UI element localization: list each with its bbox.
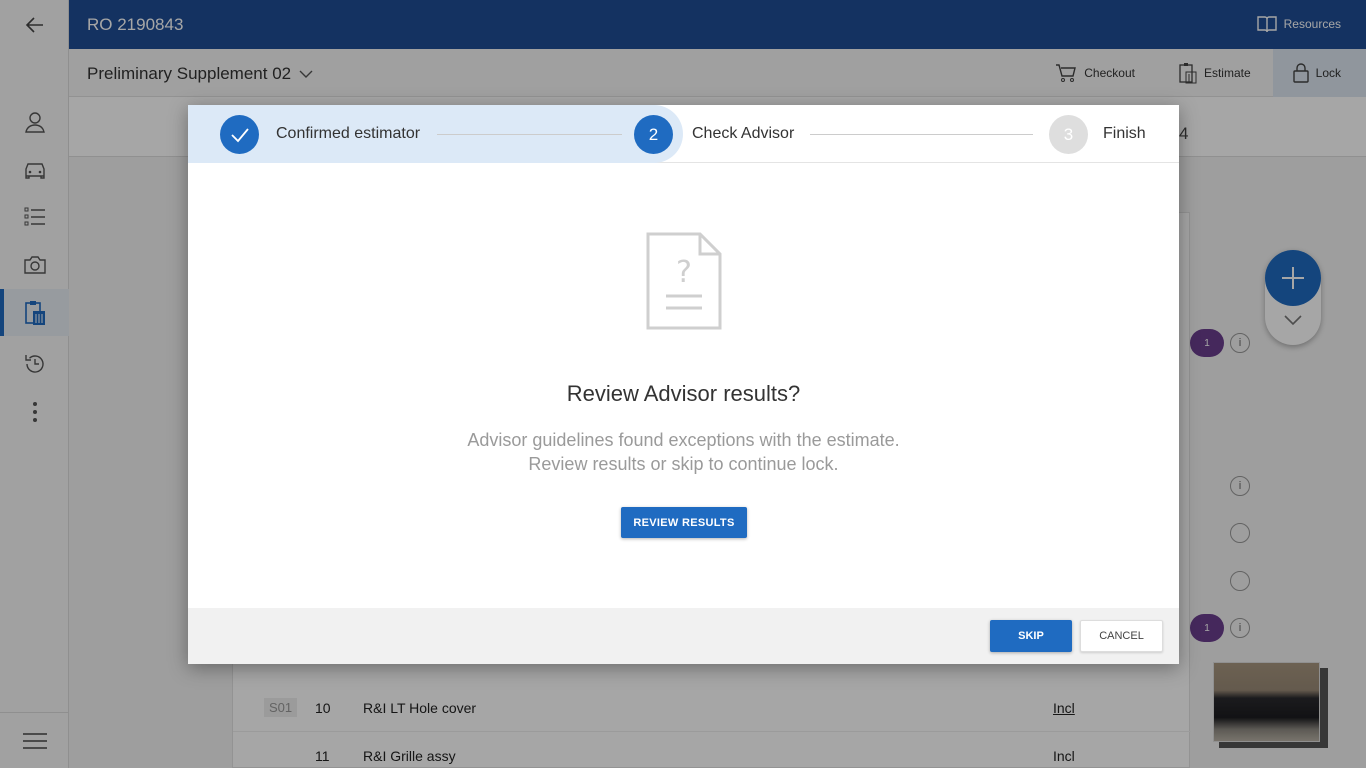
review-results-button[interactable]: REVIEW RESULTS [621, 507, 747, 538]
dialog-message-line-1: Advisor guidelines found exceptions with… [467, 430, 900, 450]
step-2-label: Check Advisor [692, 125, 795, 142]
dialog-footer: SKIP CANCEL [188, 608, 1179, 664]
lock-wizard-dialog: Confirmed estimator 2 Check Advisor 3 Fi… [188, 105, 1179, 664]
svg-text:?: ? [676, 255, 692, 290]
cancel-button[interactable]: CANCEL [1080, 620, 1163, 652]
skip-button[interactable]: SKIP [990, 620, 1072, 652]
step-2-circle: 2 [634, 115, 673, 154]
check-icon [230, 127, 249, 142]
dialog-message: Advisor guidelines found exceptions with… [188, 428, 1179, 476]
dialog-title: Review Advisor results? [566, 381, 801, 406]
step-1-complete-circle [220, 115, 259, 154]
document-question-icon: ? [646, 232, 722, 330]
step-1-label: Confirmed estimator [276, 125, 421, 142]
step-3-label: Finish [1103, 125, 1146, 142]
dialog-message-line-2: Review results or skip to continue lock. [528, 454, 839, 474]
step-3-circle: 3 [1049, 115, 1088, 154]
wizard-stepper: Confirmed estimator 2 Check Advisor 3 Fi… [188, 105, 1179, 163]
